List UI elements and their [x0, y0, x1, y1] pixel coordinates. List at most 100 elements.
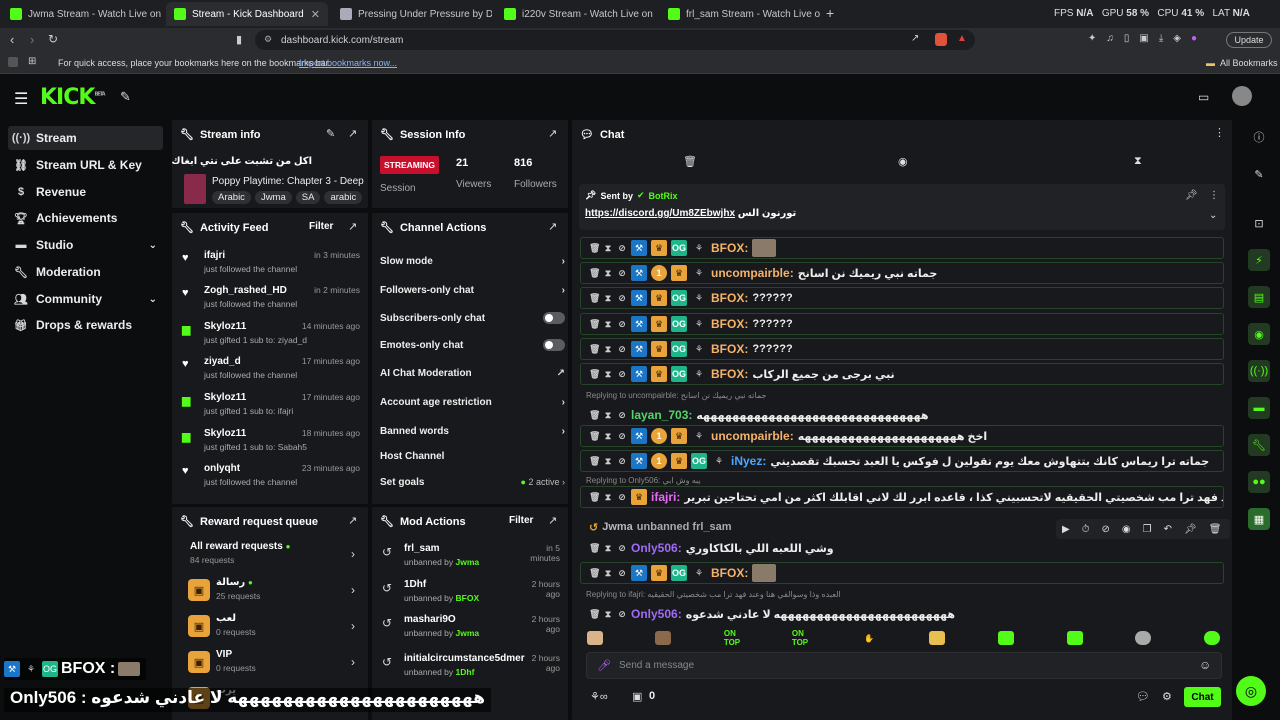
emote-icon[interactable]: [655, 631, 671, 645]
chat-message[interactable]: 🗑︎ ⧗ ⊘ Only506: ههههههههههههههههههههههههه لا…: [580, 603, 1224, 625]
chat-message[interactable]: 🗑︎ ⧗ ⊘ ⚒ ♛ OG ⚘ BFOX:??????: [580, 338, 1224, 360]
delete-icon[interactable]: 🗑︎: [589, 609, 600, 620]
feed-item[interactable]: ♥ ziyad_d 17 minutes ago just followed the …: [180, 356, 360, 392]
mod-actor[interactable]: BFOX: [456, 593, 480, 603]
feed-username[interactable]: Skyloz11: [204, 321, 246, 332]
timeout-icon[interactable]: ⧗: [603, 568, 613, 579]
timeout-icon[interactable]: ⧗: [603, 609, 613, 620]
support-chat-button[interactable]: ◎: [1236, 676, 1266, 706]
chat-username[interactable]: BFOX:: [711, 317, 748, 331]
trash-icon[interactable]: 🗑︎: [683, 155, 697, 168]
emote-icon[interactable]: [929, 631, 945, 645]
more-options-icon[interactable]: ⋮: [1209, 190, 1219, 201]
app-icon[interactable]: ▦: [1248, 508, 1270, 530]
delete-icon[interactable]: 🗑︎: [1209, 524, 1222, 535]
timeout-icon[interactable]: ⧗: [603, 492, 613, 503]
host-channel-row[interactable]: Host Channel: [380, 443, 565, 469]
kick-logo[interactable]: KICKBETA: [40, 85, 106, 110]
banned-words-row[interactable]: Banned words ›: [380, 418, 565, 444]
wallet-icon[interactable]: ▣: [1139, 33, 1148, 47]
pinned-link[interactable]: https://discord.gg/Um8ZEbwjhx: [585, 208, 735, 219]
mod-target-user[interactable]: 1Dhf: [404, 579, 426, 590]
feed-item[interactable]: ▆ Skyloz11 14 minutes ago just gifted 1 sub…: [180, 321, 360, 357]
chat-message[interactable]: 🗑︎ ⧗ ⊘ ⚒ ♛ OG ⚘ BFOX: نبي برجى من جميع الركاب: [580, 363, 1224, 385]
delete-icon[interactable]: 🗑︎: [589, 268, 600, 279]
mod-action-item[interactable]: ↺ initialcircumstance5dmer 2 hours ago unba…: [380, 653, 560, 689]
mod-target-user[interactable]: mashari9O: [404, 614, 456, 625]
chat-icon[interactable]: ◉: [1248, 323, 1270, 345]
delete-icon[interactable]: 🗑︎: [589, 410, 600, 421]
set-goals-row[interactable]: Set goals ● 2 active ›: [380, 469, 565, 495]
chat-message[interactable]: 🗑︎ ⧗ ⊘ layan_703: هههههههههههههههههههههههههه…: [580, 404, 1224, 426]
account-age-row[interactable]: Account age restriction ›: [380, 389, 565, 415]
reply-context[interactable]: Replying to ifajri: العبده وذا وسوالفي ه…: [586, 590, 841, 599]
tag[interactable]: Arabic: [212, 191, 251, 204]
timeout-icon[interactable]: ⏱: [1082, 524, 1090, 535]
reply-context[interactable]: Replying to Only506: يبه وش ابي: [586, 476, 701, 485]
emote-icon[interactable]: [1204, 631, 1220, 645]
ban-icon[interactable]: ⊘: [617, 543, 627, 554]
pin-icon[interactable]: 📌︎: [1184, 524, 1197, 535]
chat-message[interactable]: 🗑︎ ⧗ ⊘ ⚒ 1 ♛ ⚘ uncompairble: جماته نبي ريميك نن …: [580, 262, 1224, 284]
broadcast-icon[interactable]: ((·)): [1248, 360, 1270, 382]
new-tab-button[interactable]: +: [826, 5, 834, 21]
avatar[interactable]: [1232, 86, 1252, 106]
timeout-icon[interactable]: ⧗: [603, 410, 613, 421]
apps-icon[interactable]: [8, 57, 18, 67]
feed-username[interactable]: Skyloz11: [204, 428, 246, 439]
download-icon[interactable]: ⤓: [1159, 33, 1163, 47]
ban-icon[interactable]: ⊘: [617, 293, 627, 304]
tag[interactable]: arabic: [324, 191, 363, 204]
gift-box-icon[interactable]: ▣: [632, 690, 642, 703]
timer-icon[interactable]: ⧗: [1134, 155, 1142, 168]
ban-icon[interactable]: ⊘: [1102, 524, 1110, 535]
timeout-icon[interactable]: ⧗: [603, 369, 613, 380]
timeout-icon[interactable]: ⧗: [603, 319, 613, 330]
rewards-icon[interactable]: ▲: [957, 33, 967, 44]
feed-item[interactable]: ♥ onlyqht 23 minutes ago just followed the …: [180, 463, 360, 499]
ban-icon[interactable]: ⊘: [617, 492, 627, 503]
tab-kick-dashboard[interactable]: Stream - Kick Dashboard ✕: [166, 2, 328, 26]
popout-icon[interactable]: ↗: [548, 220, 557, 233]
emoji-icon[interactable]: ☺: [1199, 658, 1211, 672]
more-options-icon[interactable]: ⋮: [1214, 126, 1225, 139]
emote-icon[interactable]: [587, 631, 603, 645]
creator-tools-icon[interactable]: ✎: [120, 89, 131, 105]
mod-actor[interactable]: 1Dhf: [456, 667, 475, 677]
import-bookmarks-link[interactable]: Import bookmarks now...: [299, 58, 397, 68]
feed-username[interactable]: ziyad_d: [204, 356, 241, 367]
ban-icon[interactable]: ⊘: [617, 410, 627, 421]
bookmark-icon[interactable]: ▮: [236, 33, 242, 46]
chat-message[interactable]: 🗑︎⧗⊘♛ifajri:العبده وذا وسوالفي هنا وعند …: [580, 486, 1224, 508]
emote-icon[interactable]: [1135, 631, 1151, 645]
extensions-icon[interactable]: ✦: [1088, 33, 1096, 47]
ban-icon[interactable]: ⊘: [617, 568, 627, 579]
chat-bubble-icon[interactable]: 💬︎: [1136, 690, 1150, 703]
chat-username[interactable]: Only506:: [631, 541, 682, 555]
media-icon[interactable]: ♫: [1106, 33, 1114, 47]
mod-actor[interactable]: Jwma: [456, 557, 480, 567]
close-tab-icon[interactable]: ✕: [311, 8, 320, 21]
address-bar[interactable]: ⚙ dashboard.kick.com/stream ↗ ▲: [255, 30, 975, 50]
delete-icon[interactable]: 🗑︎: [589, 344, 600, 355]
bot-name[interactable]: BotRix: [649, 191, 678, 201]
feed-item[interactable]: ▆ Skyloz11 17 minutes ago just gifted 1 sub…: [180, 392, 360, 428]
tag[interactable]: SA: [295, 191, 321, 204]
timeout-icon[interactable]: ⧗: [603, 293, 613, 304]
emote-ontop-icon[interactable]: ON TOP: [724, 629, 740, 647]
feed-username[interactable]: Skyloz11: [204, 392, 246, 403]
delete-icon[interactable]: 🗑︎: [589, 543, 600, 554]
tag[interactable]: Jwma: [254, 191, 292, 204]
settings-gear-icon[interactable]: ⚙: [1162, 690, 1172, 703]
filter-button[interactable]: Filter: [309, 221, 333, 232]
dashboard-toggle-icon[interactable]: ▭: [1198, 90, 1209, 104]
feed-username[interactable]: ifajri: [204, 250, 225, 261]
edit-icon[interactable]: ✎: [326, 127, 335, 140]
category-name[interactable]: Poppy Playtime: Chapter 3 - Deep: [212, 176, 364, 187]
subscribers-only-toggle[interactable]: [543, 312, 565, 324]
timeout-icon[interactable]: ⧗: [603, 456, 613, 467]
mod-action-item[interactable]: ↺ mashari9O 2 hours ago unbanned by Jwma: [380, 614, 560, 650]
edit-icon[interactable]: ✎: [1248, 163, 1270, 185]
copy-icon[interactable]: ❐: [1143, 524, 1152, 535]
feed-username[interactable]: Zogh_rashed_HD: [204, 285, 287, 296]
